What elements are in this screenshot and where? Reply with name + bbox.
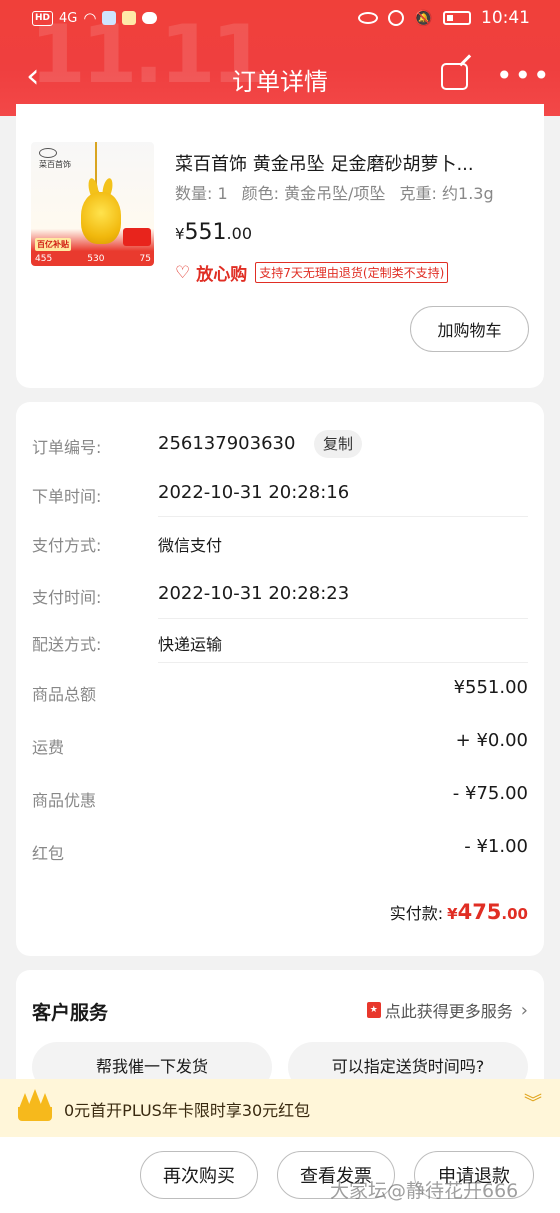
payment-method-row: 支付方式: 微信支付 [16,532,544,576]
order-time-value: 2022-10-31 20:28:16 [158,482,350,503]
eye-icon [358,12,379,24]
amount-row: 运费 + ¥0.00 [16,730,544,760]
red-packet-label: 红包 [32,844,65,863]
more-options-icon[interactable]: ••• [496,62,552,90]
mute-bell-icon: 🔕 [414,9,433,27]
diamond-shield-icon: ♡ [175,262,191,283]
order-info-card: 订单编号: 256137903630 复制 下单时间: 2022-10-31 2… [16,402,544,956]
thumb-prices: 455 530 75 [35,254,151,264]
product-thumbnail[interactable]: 菜百首饰 百亿补贴 455 530 75 [31,142,154,266]
thumb-brand: 菜百首饰 [39,148,71,170]
product-title[interactable]: 菜百首饰 黄金吊坠 足金磨砂胡萝卜... [175,150,525,176]
payment-time-label: 支付时间: [32,588,102,607]
gold-rabbit-pendant-icon [81,192,121,244]
discount-value: - ¥75.00 [452,783,528,804]
product-card: 菜百首饰 百亿补贴 455 530 75 菜百首饰 黄金吊坠 足金磨砂胡萝卜..… [16,104,544,388]
divider [158,618,528,619]
add-to-cart-button[interactable]: 加购物车 [410,306,529,352]
product-color: 颜色: 黄金吊坠/项坠 [241,184,386,203]
brand-logo-icon [39,148,57,158]
buy-again-button[interactable]: 再次购买 [140,1151,258,1199]
payment-time-row: 支付时间: 2022-10-31 20:28:23 [16,583,544,628]
signal-4g-icon: 4G [59,10,78,26]
customer-service-title: 客户服务 [32,1002,109,1024]
amount-paid-value: ¥475.00 [447,900,528,924]
copy-button[interactable]: 复制 [314,430,363,458]
order-number-value: 256137903630 [158,433,296,454]
app-notification-icon-2 [122,11,137,25]
shipping-value: + ¥0.00 [455,730,528,751]
wifi-icon: ◠ [83,9,97,27]
order-number-label: 订单编号: [32,438,102,457]
product-price: ¥551.00 [175,220,252,245]
thumb-badge [123,228,151,246]
return-policy-badge: 支持7天无理由退货(定制类不支持) [255,262,449,283]
amount-row: 商品总额 ¥551.00 [16,677,544,707]
assurance-label: 放心购 [196,265,248,285]
hd-indicator: HD [32,10,54,26]
order-time-row: 下单时间: 2022-10-31 20:28:16 [16,482,544,527]
app-notification-icon [102,11,117,25]
bookmark-star-icon: ★ [366,1002,381,1018]
goods-total-label: 商品总额 [32,685,97,704]
divider [158,662,528,663]
thumb-subsidy-tag: 百亿补贴 [35,238,71,251]
amount-row: 红包 - ¥1.00 [16,836,544,866]
header-bar: 11.11 HD 4G ◠ 🔕 10:41 ‹ 订单详情 ••• [0,0,560,116]
delivery-method-row: 配送方式: 快递运输 [16,631,544,675]
order-number-row: 订单编号: 256137903630 复制 [16,430,544,478]
delivery-method-value: 快递运输 [158,635,223,654]
goods-total-value: ¥551.00 [453,677,528,698]
more-services-link[interactable]: ★ 点此获得更多服务 › [366,998,528,1022]
divider [158,516,528,517]
forum-watermark: 大家坛@静待花开666 [330,1180,519,1202]
payment-time-value: 2022-10-31 20:28:23 [158,583,350,604]
amount-row: 商品优惠 - ¥75.00 [16,783,544,813]
delivery-method-label: 配送方式: [32,635,102,654]
red-packet-value: - ¥1.00 [464,836,528,857]
payment-method-label: 支付方式: [32,536,102,555]
amount-paid-label: 实付款: [389,904,444,923]
payment-method-value: 微信支付 [158,536,223,555]
order-time-label: 下单时间: [32,487,102,506]
battery-icon [443,11,471,25]
double-chevron-down-icon[interactable]: ︾ [524,1095,542,1113]
clock-time: 10:41 [481,8,530,28]
promo-text: 0元首开PLUS年卡限时享30元红包 [64,1101,311,1120]
product-specs: 数量: 1 颜色: 黄金吊坠/项坠 克重: 约1.3g [175,180,494,204]
plus-promo-banner[interactable]: 0元首开PLUS年卡限时享30元红包 ︾ [0,1079,560,1137]
discount-label: 商品优惠 [32,791,97,810]
shipping-label: 运费 [32,738,65,757]
crown-icon [18,1089,52,1121]
share-icon[interactable] [441,63,468,90]
product-quantity: 数量: 1 [175,184,228,203]
chevron-right-icon: › [520,999,528,1021]
assurance-row: ♡ 放心购 支持7天无理由退货(定制类不支持) [175,260,449,285]
product-weight: 克重: 约1.3g [399,184,494,203]
amount-paid-row: 实付款: ¥475.00 [390,900,528,924]
status-bar: HD 4G ◠ 🔕 10:41 [0,0,560,38]
chat-bubble-icon [142,12,158,24]
page-title: 订单详情 [232,68,328,96]
alarm-icon [388,10,405,26]
